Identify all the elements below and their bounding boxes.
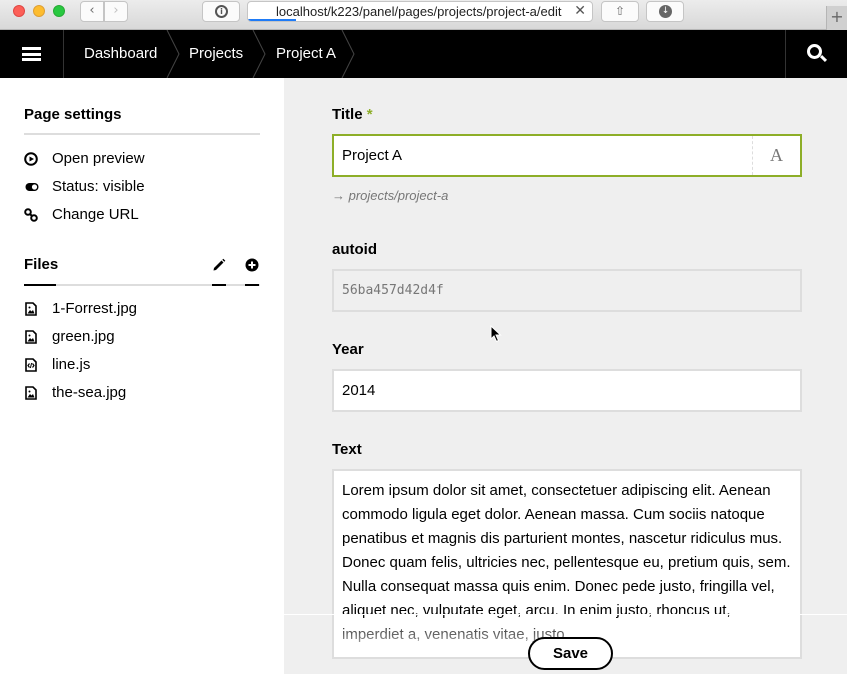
chevron-right-icon: › [113,3,119,18]
breadcrumb-projects[interactable]: Projects [189,30,243,78]
address-url: localhost/k223/panel/pages/projects/proj… [276,4,562,19]
window-zoom-button[interactable] [53,5,65,17]
share-button[interactable]: ⇧ [601,1,639,22]
play-circle-icon [24,152,38,166]
breadcrumb-separator-icon [252,30,266,78]
chevron-left-icon: ‹ [89,3,95,18]
info-icon: i [215,5,228,18]
breadcrumb-separator-icon [166,30,180,78]
page-settings-divider [24,133,260,135]
browser-forward-button[interactable]: › [104,1,128,22]
page-settings-heading: Page settings [24,106,122,123]
window-minimize-button[interactable] [33,5,45,17]
files-heading: Files [24,256,59,273]
file-name: green.jpg [52,328,115,345]
autoid-value: 56ba457d42d4f [342,283,444,298]
required-marker: * [366,106,373,123]
file-name: 1-Forrest.jpg [52,300,138,317]
plus-icon: + [830,7,844,26]
autoid-field-label: autoid [332,241,377,258]
download-icon: ↓ [659,5,672,18]
search-button[interactable] [785,30,847,78]
page-load-progress [248,19,297,21]
status-label: Status: visible [52,178,145,195]
browser-toolbar: ‹ › i localhost/k223/panel/pages/project… [0,0,847,30]
image-file-icon [25,302,37,316]
window-close-button[interactable] [13,5,25,17]
address-bar[interactable]: localhost/k223/panel/pages/projects/proj… [247,1,593,22]
file-name: the-sea.jpg [52,384,127,401]
file-name: line.js [52,356,91,373]
menu-toggle-button[interactable] [0,30,64,78]
breadcrumb-dashboard[interactable]: Dashboard [84,30,157,78]
plus-circle-icon[interactable] [245,258,259,272]
text-field-label: Text [332,441,362,458]
breadcrumb-separator-icon [341,30,355,78]
share-icon: ⇧ [614,4,626,18]
change-url-label: Change URL [52,206,139,223]
title-input[interactable]: Project A A [332,134,802,177]
hamburger-icon [22,47,41,61]
pencil-icon[interactable] [212,258,226,272]
save-button[interactable]: Save [528,637,613,670]
title-field-label: Title * [332,106,373,123]
new-tab-button[interactable]: + [826,6,847,30]
chain-link-icon [24,208,38,222]
breadcrumb-project-a[interactable]: Project A [276,30,336,78]
panel-topbar: Dashboard Projects Project A [0,30,847,78]
autoid-input: 56ba457d42d4f [332,269,802,312]
code-file-icon [25,358,37,372]
page-edit-form: Title * Project A A → projects/project-a… [284,78,847,674]
image-file-icon [25,330,37,344]
year-value: 2014 [342,382,376,399]
mouse-pointer-icon [490,325,502,343]
url-preview: → projects/project-a [332,188,449,203]
open-preview-label: Open preview [52,150,145,167]
sidebar: Page settings Open preview Status: visib… [0,78,284,674]
reader-info-button[interactable]: i [202,1,240,22]
font-letter-icon: A [752,136,800,175]
downloads-button[interactable]: ↓ [646,1,684,22]
browser-back-button[interactable]: ‹ [80,1,104,22]
title-input-value: Project A [342,147,403,164]
year-field-label: Year [332,341,364,358]
toggle-on-icon [25,183,39,191]
image-file-icon [25,386,37,400]
stop-loading-icon[interactable]: ✕ [574,3,586,19]
year-input[interactable]: 2014 [332,369,802,412]
